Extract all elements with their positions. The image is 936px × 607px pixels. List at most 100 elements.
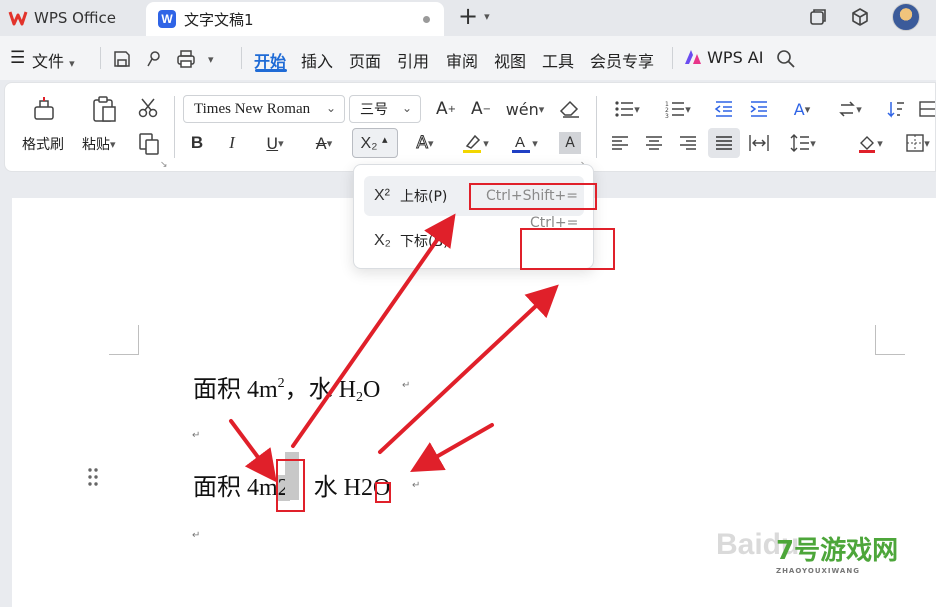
- grow-font-icon[interactable]: A +: [434, 96, 458, 122]
- avatar[interactable]: [892, 3, 920, 31]
- highlight-box-superscript-shortcut: [469, 183, 597, 210]
- subscript-2: 2: [356, 390, 364, 405]
- char-shading-icon[interactable]: A: [559, 132, 581, 154]
- unsaved-dot-icon[interactable]: [423, 16, 430, 23]
- clipboard-launcher-icon[interactable]: ↘: [160, 160, 168, 170]
- font-color-button[interactable]: A ▾: [506, 130, 542, 156]
- format-painter-icon[interactable]: [28, 94, 60, 124]
- superscript-icon: X²: [374, 187, 390, 204]
- subscript-icon: X₂: [360, 135, 378, 152]
- shrink-font-icon[interactable]: A −: [469, 96, 493, 122]
- tab-page[interactable]: 页面: [349, 48, 381, 72]
- increase-indent-icon[interactable]: [747, 97, 771, 121]
- paragraph-mark: ↵: [192, 430, 201, 441]
- tab-review[interactable]: 审阅: [446, 48, 478, 72]
- menu-item-label: 下标(B): [400, 234, 449, 250]
- distribute-icon[interactable]: [747, 131, 771, 155]
- strikethrough-button[interactable]: A ▾: [307, 130, 341, 156]
- highlight-box-target-2: [375, 482, 391, 503]
- highlight-box-selected-2: [276, 459, 305, 512]
- borders-button[interactable]: ▾: [900, 131, 936, 155]
- document-tab[interactable]: W 文字文稿1: [146, 2, 444, 36]
- italic-button[interactable]: I: [221, 130, 243, 156]
- target-digit[interactable]: 2: [361, 475, 373, 501]
- margin-corner-tl: [109, 325, 139, 355]
- tab-view[interactable]: 视图: [494, 48, 526, 72]
- highlight-box-subscript-shortcut: [520, 228, 615, 270]
- chevron-down-icon: ▾: [484, 9, 490, 23]
- highlight-button[interactable]: ▾: [457, 130, 493, 156]
- menu-bar: ☰ 文件 ▾ ▾ 开始 插入 页面 引用 审阅 视图 工具 会员专享 WPS A…: [0, 36, 936, 80]
- sort-direction-button[interactable]: ▾: [832, 97, 868, 121]
- font-name-select[interactable]: Times New Roman ⌄: [183, 95, 345, 123]
- font-size-select[interactable]: 三号 ⌄: [349, 95, 421, 123]
- site-watermark-logo: 7号游戏网 ZHAOYOUXIWANG: [776, 536, 899, 575]
- superscript-2: 2: [277, 376, 285, 391]
- wps-ai-button[interactable]: WPS AI: [684, 48, 763, 67]
- document-tab-label: 文字文稿1: [184, 10, 254, 29]
- text-direction-button[interactable]: A ▾: [784, 97, 820, 121]
- app-tab[interactable]: WPS Office: [0, 0, 146, 36]
- cut-icon[interactable]: [136, 96, 160, 120]
- more-menu-icon[interactable]: ▾: [208, 48, 214, 67]
- tab-insert[interactable]: 插入: [301, 48, 333, 72]
- decrease-indent-icon[interactable]: [712, 97, 736, 121]
- search-icon[interactable]: [776, 49, 796, 69]
- line-spacing-button[interactable]: ▾: [784, 131, 822, 155]
- highlighter-icon: [463, 134, 482, 153]
- margin-corner-tr: [875, 325, 905, 355]
- phonetic-guide-icon[interactable]: wén ▾: [506, 96, 545, 122]
- document-line-1[interactable]: 面积 4m2，水 H2O: [193, 369, 380, 406]
- svg-text:A: A: [515, 134, 525, 151]
- app-tab-label: WPS Office: [34, 9, 116, 27]
- numbered-list-icon: 123: [665, 101, 685, 118]
- active-tab-underline: [255, 69, 287, 72]
- text-effect-button[interactable]: A ▾: [407, 130, 443, 156]
- paragraph-shading-button[interactable]: ▾: [852, 131, 888, 155]
- print-icon[interactable]: [175, 49, 197, 69]
- file-menu[interactable]: 文件 ▾: [32, 48, 75, 72]
- clear-format-icon[interactable]: [557, 96, 583, 122]
- paragraph-mark: ↵: [402, 380, 411, 391]
- wps-ai-icon: [685, 50, 701, 64]
- writer-doc-icon: W: [158, 10, 176, 28]
- tab-tools[interactable]: 工具: [542, 48, 574, 72]
- copy-icon[interactable]: [136, 131, 162, 157]
- bold-button[interactable]: B: [186, 130, 208, 156]
- paragraph-mark: ↵: [412, 480, 421, 491]
- align-justify-icon[interactable]: [713, 131, 735, 155]
- drag-handle-icon[interactable]: [86, 466, 100, 488]
- sort-direction-icon: [839, 101, 856, 117]
- underline-button[interactable]: U ▾: [258, 130, 292, 156]
- menu-toggle-icon[interactable]: ☰: [10, 48, 25, 68]
- plus-icon: +: [458, 2, 479, 30]
- paste-icon[interactable]: [88, 94, 120, 124]
- table-grid-icon[interactable]: [918, 97, 936, 121]
- new-tab-button[interactable]: + ▾: [458, 2, 490, 30]
- format-painter-label[interactable]: 格式刷: [22, 134, 64, 154]
- svg-text:3: 3: [665, 113, 669, 118]
- share-icon[interactable]: [144, 49, 164, 69]
- align-left-icon[interactable]: [609, 131, 631, 155]
- align-center-icon[interactable]: [643, 131, 665, 155]
- numbered-list-button[interactable]: 1 2 3 ▾: [660, 97, 696, 121]
- chevron-up-icon[interactable]: ▴: [382, 133, 388, 146]
- borders-icon: [906, 134, 924, 152]
- fill-bucket-icon: [859, 136, 876, 153]
- paste-button[interactable]: 粘贴 ▾: [82, 134, 116, 154]
- window-restore-icon[interactable]: [808, 7, 828, 27]
- tab-member[interactable]: 会员专享: [590, 48, 654, 72]
- cube-icon[interactable]: [850, 7, 870, 27]
- sort-icon[interactable]: [884, 97, 908, 121]
- bullet-list-button[interactable]: ▾: [609, 97, 645, 121]
- line-spacing-icon: [790, 134, 810, 152]
- bullet-list-icon: [615, 101, 634, 117]
- subscript-icon: X₂: [374, 232, 391, 249]
- font-color-icon: A: [512, 134, 531, 153]
- title-bar: WPS Office W 文字文稿1 + ▾: [0, 0, 936, 36]
- menu-item-label: 上标(P): [400, 189, 448, 205]
- save-icon[interactable]: [112, 49, 132, 69]
- tab-references[interactable]: 引用: [397, 48, 429, 72]
- paragraph-mark: ↵: [192, 530, 201, 541]
- align-right-icon[interactable]: [677, 131, 699, 155]
